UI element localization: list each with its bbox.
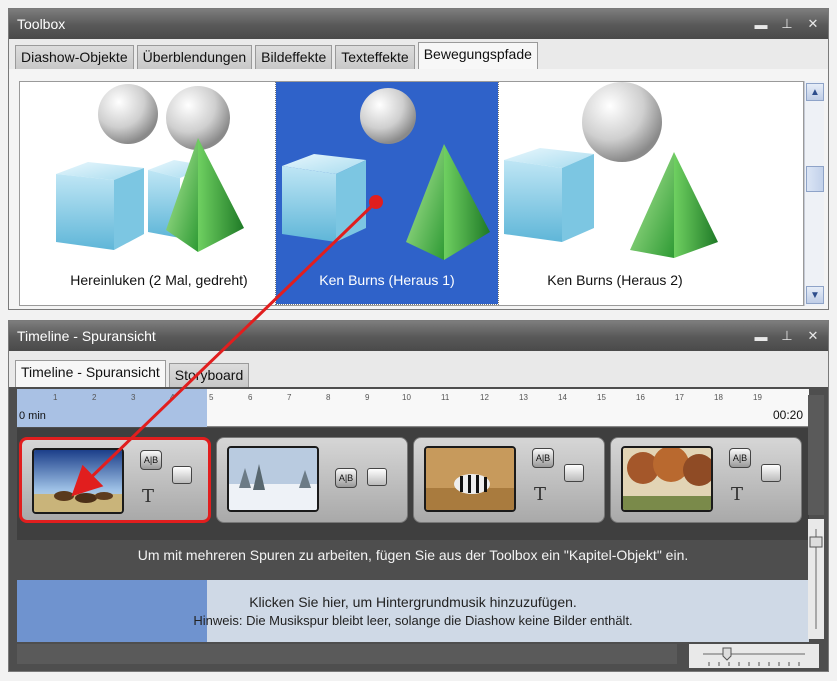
ken-burns-1-preview-image	[282, 88, 490, 260]
gallery-item-ken-burns-heraus-2[interactable]: Ken Burns (Heraus 2)	[504, 82, 726, 304]
pin-icon[interactable]: ⊥	[780, 16, 794, 32]
ruler-start-label: 0 min	[19, 410, 46, 422]
tab-texteffekte[interactable]: Texteffekte	[335, 45, 415, 69]
pin-icon[interactable]: ⊥	[780, 328, 794, 344]
ruler-tick: 4	[170, 393, 175, 402]
toolbox-panel: Toolbox ▬ ⊥ ✕ Diashow-Objekte Überblendu…	[8, 8, 829, 310]
scroll-thumb[interactable]	[806, 166, 824, 192]
motion-path-gallery: Hereinluken (2 Mal, gedreht) Ken Burns (…	[19, 81, 804, 306]
trees-photo	[623, 448, 711, 510]
music-note: Hinweis: Die Musikspur bleibt leer, sola…	[193, 613, 633, 628]
music-track[interactable]: Klicken Sie hier, um Hintergrundmusik hi…	[17, 580, 809, 642]
transition-icon[interactable]: A|B	[729, 448, 751, 468]
motion-path-icon[interactable]	[564, 464, 584, 482]
music-selection	[17, 580, 207, 642]
ruler-tick: 17	[675, 393, 684, 402]
winter-photo	[229, 448, 317, 510]
ruler-tick: 8	[326, 393, 331, 402]
scroll-down-icon[interactable]: ▼	[806, 286, 824, 304]
ruler-tick: 9	[365, 393, 370, 402]
slide-thumbnail-zebra[interactable]	[424, 446, 516, 512]
time-ruler[interactable]: 1 2 3 4 5 6 7 8 9 10 11 12 13 14 15 16 1…	[17, 389, 809, 427]
ken-burns-2-preview-image	[504, 82, 718, 258]
ruler-tick: 7	[287, 393, 292, 402]
track-height-slider[interactable]	[808, 519, 824, 639]
music-add-hint[interactable]: Klicken Sie hier, um Hintergrundmusik hi…	[17, 594, 809, 610]
ruler-tick: 15	[597, 393, 606, 402]
toolbox-tabs: Diashow-Objekte Überblendungen Bildeffek…	[9, 39, 828, 69]
timeline-titlebar: Timeline - Spuransicht ▬ ⊥ ✕	[9, 321, 828, 351]
timeline-title: Timeline - Spuransicht	[17, 328, 156, 344]
zoom-slider-ticks	[703, 647, 805, 666]
ruler-tick: 6	[248, 393, 253, 402]
tab-ueberblendungen[interactable]: Überblendungen	[136, 45, 253, 69]
item-label: Ken Burns (Heraus 2)	[547, 272, 683, 288]
gallery-scrollbar[interactable]: ▲ ▼	[804, 81, 824, 306]
text-effect-icon[interactable]: T	[534, 484, 546, 505]
ruler-tick: 5	[209, 393, 214, 402]
slide-card-3[interactable]: A|B T	[413, 437, 605, 523]
ruler-tick: 18	[714, 393, 723, 402]
ruler-tick: 13	[519, 393, 528, 402]
minimize-icon[interactable]: ▬	[754, 329, 768, 344]
tab-storyboard[interactable]: Storyboard	[168, 363, 250, 387]
slide-thumbnail-winter[interactable]	[227, 446, 319, 512]
motion-path-icon[interactable]	[172, 466, 192, 484]
ruler-tick: 14	[558, 393, 567, 402]
tab-bildeffekte[interactable]: Bildeffekte	[255, 45, 333, 69]
ruler-tick: 11	[441, 393, 450, 402]
close-icon[interactable]: ✕	[806, 328, 820, 344]
text-effect-icon[interactable]: T	[142, 486, 154, 507]
slide-track: A|B T A|B A|B T A|B T	[17, 428, 809, 540]
ruler-tick: 10	[402, 393, 411, 402]
tab-timeline-spuransicht[interactable]: Timeline - Spuransicht	[15, 360, 166, 387]
text-effect-icon[interactable]: T	[731, 484, 743, 505]
slide-thumbnail-horses[interactable]	[32, 448, 124, 514]
timeline-panel: Timeline - Spuransicht ▬ ⊥ ✕ Timeline - …	[8, 320, 829, 672]
ruler-tick: 16	[636, 393, 645, 402]
scroll-up-icon[interactable]: ▲	[806, 83, 824, 101]
gallery-item-ken-burns-heraus-1[interactable]: Ken Burns (Heraus 1)	[275, 82, 499, 305]
zoom-slider[interactable]	[689, 644, 819, 668]
timeline-hscrollbar[interactable]	[17, 644, 677, 664]
zebra-photo	[426, 448, 514, 510]
motion-path-icon[interactable]	[367, 468, 387, 486]
track-height-slider-ticks	[809, 529, 823, 629]
chapter-hint: Um mit mehreren Spuren zu arbeiten, füge…	[137, 547, 689, 563]
item-label: Ken Burns (Heraus 1)	[319, 272, 455, 288]
transition-icon[interactable]: A|B	[335, 468, 357, 488]
timeline-vscrollbar[interactable]	[808, 395, 824, 515]
ruler-tick: 19	[753, 393, 762, 402]
tab-diashow-objekte[interactable]: Diashow-Objekte	[15, 45, 134, 69]
motion-path-icon[interactable]	[761, 464, 781, 482]
hereinluken-preview-image	[56, 84, 244, 252]
ruler-end-label: 00:20	[772, 408, 803, 422]
close-icon[interactable]: ✕	[806, 16, 820, 32]
minimize-icon[interactable]: ▬	[754, 17, 768, 32]
gallery-item-hereinluken[interactable]: Hereinluken (2 Mal, gedreht)	[48, 82, 270, 304]
slide-thumbnail-trees[interactable]	[621, 446, 713, 512]
ruler-tick: 3	[131, 393, 136, 402]
slide-card-1[interactable]: A|B T	[19, 437, 211, 523]
slide-card-4[interactable]: A|B T	[610, 437, 802, 523]
slide-card-2[interactable]: A|B	[216, 437, 408, 523]
tab-bewegungspfade[interactable]: Bewegungspfade	[417, 42, 538, 69]
timeline-tabs: Timeline - Spuransicht Storyboard	[9, 351, 828, 387]
horses-photo	[34, 450, 122, 512]
transition-icon[interactable]: A|B	[140, 450, 162, 470]
item-label: Hereinluken (2 Mal, gedreht)	[70, 272, 248, 288]
ruler-tick: 12	[480, 393, 489, 402]
toolbox-title: Toolbox	[17, 16, 66, 32]
transition-icon[interactable]: A|B	[532, 448, 554, 468]
ruler-tick: 2	[92, 393, 97, 402]
toolbox-titlebar: Toolbox ▬ ⊥ ✕	[9, 9, 828, 39]
ruler-tick: 1	[53, 393, 58, 402]
